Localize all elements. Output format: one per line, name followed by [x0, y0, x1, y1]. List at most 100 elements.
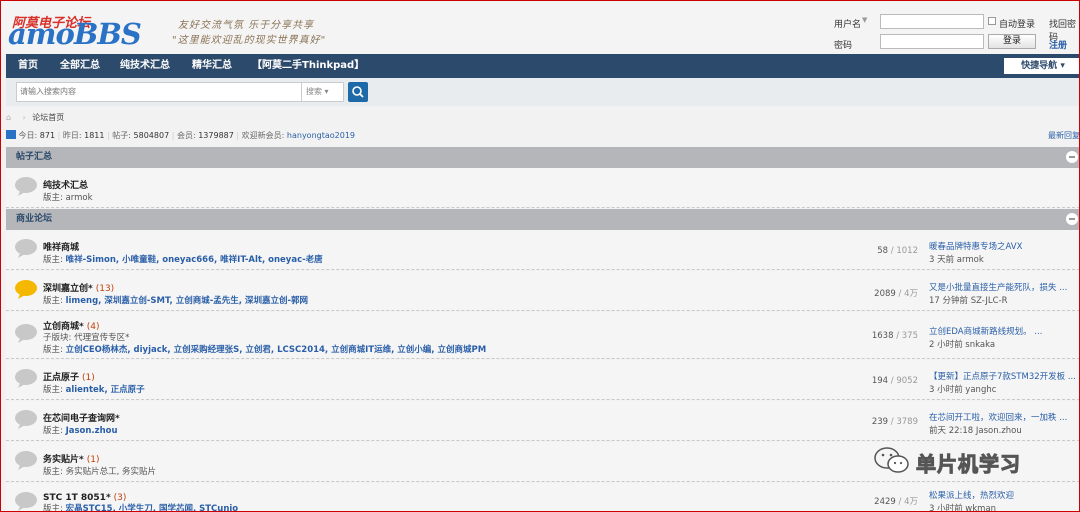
- category-title[interactable]: 帖子汇总: [16, 147, 52, 168]
- moderator-names[interactable]: Jason.zhou: [66, 426, 118, 436]
- forum-row: 立创商城* (4) 子版块: 代理宣传专区* 版主: 立创CEO杨林杰, diyj…: [6, 312, 1080, 359]
- today-post-count: (13): [95, 284, 115, 294]
- moderator-names[interactable]: 宏晶STC15, 小学生刀, 国学芯闻, STCunio: [66, 504, 239, 512]
- forum-name[interactable]: 在芯间电子查询网*: [43, 411, 120, 424]
- moderator-names[interactable]: armok: [66, 193, 93, 203]
- slogan-line-1: 友好交流气氛 乐于分享共享: [178, 20, 315, 31]
- nav-item-tech[interactable]: 纯技术汇总: [120, 54, 170, 78]
- thread-count: 239: [871, 417, 889, 427]
- nav-item-all[interactable]: 全部汇总: [60, 54, 100, 78]
- nav-item-home[interactable]: 首页: [18, 54, 38, 78]
- quick-nav-button[interactable]: 快捷导航 ▾: [1004, 58, 1080, 74]
- auto-login-checkbox[interactable]: [988, 17, 996, 25]
- forum-title: 务实贴片*: [43, 455, 84, 465]
- forum-moderators: 版主: limeng, 深圳嘉立创-SMT, 立创商城-孟先生, 深圳嘉立创-郭…: [43, 294, 308, 306]
- last-post-meta[interactable]: 前天 22:18 Jason.zhou: [929, 424, 1079, 436]
- last-post-title[interactable]: 立创EDA商城新路线规划。 ...: [929, 325, 1079, 337]
- moderator-label: 版主:: [43, 296, 63, 306]
- last-post-meta[interactable]: 17 分钟前 SZ-JLC-R: [929, 294, 1079, 306]
- forum-moderators: 版主: 立创CEO杨林杰, diyjack, 立创采购经理张S, 立创君, LC…: [43, 343, 486, 355]
- forum-moderators: 版主: 唯祥-Simon, 小唯童鞋, oneyac666, 唯祥IT-Alt,…: [43, 253, 323, 265]
- forum-name[interactable]: 正点原子 (1): [43, 370, 95, 383]
- last-post-title[interactable]: 【更新】正点原子7款STM32开发板 ...: [929, 370, 1079, 382]
- slogan-line-2: "这里能欢迎乱的现实世界真好": [172, 35, 327, 46]
- post-count: 4万: [904, 497, 918, 507]
- logo-bbs: BBS: [73, 17, 142, 51]
- forum-name[interactable]: 务实贴片* (1): [43, 452, 99, 465]
- search-bar: 请输入搜索内容 搜索 ▾: [6, 78, 1080, 106]
- nav-item-digest[interactable]: 精华汇总: [192, 54, 232, 78]
- site-logo[interactable]: amoBBS: [8, 17, 142, 51]
- forum-name[interactable]: 唯祥商城: [43, 240, 79, 253]
- last-post-meta[interactable]: 3 小时前 wkman: [929, 502, 1079, 512]
- welcome-label: 欢迎新会员:: [241, 131, 285, 140]
- login-button[interactable]: 登录: [988, 34, 1036, 49]
- sub-forum-link[interactable]: 代理宣传专区*: [74, 333, 129, 343]
- search-type-label: 搜索: [306, 87, 322, 96]
- posts-count: 5804807: [133, 131, 170, 140]
- category-title[interactable]: 商业论坛: [16, 209, 52, 230]
- main-nav: 首页 全部汇总 纯技术汇总 精华汇总 【阿莫二手Thinkpad】 快捷导航 ▾: [6, 54, 1080, 78]
- moderator-names[interactable]: 务实贴片总工, 务实贴片: [66, 467, 156, 477]
- last-post-meta[interactable]: 2 小时前 snkaka: [929, 338, 1079, 350]
- forum-name[interactable]: 纯技术汇总: [43, 178, 88, 191]
- moderator-names[interactable]: alientek, 正点原子: [66, 385, 145, 395]
- thread-count: 194: [871, 376, 889, 386]
- collapse-icon[interactable]: [1066, 213, 1078, 225]
- breadcrumb: ⌂ › 论坛首页: [6, 111, 64, 125]
- stats-icon: [6, 130, 16, 139]
- breadcrumb-separator: ›: [22, 113, 26, 122]
- last-post-title[interactable]: 又是小批量直接生产能死队，损失 ...: [929, 281, 1079, 293]
- sub-forum-label: 子版块:: [43, 333, 72, 343]
- forum-row: STC 1T 8051* (3) 版主: 宏晶STC15, 小学生刀, 国学芯闻,…: [6, 483, 1080, 512]
- register-link[interactable]: 注册: [1049, 38, 1067, 51]
- moderator-label: 版主:: [43, 255, 63, 265]
- forum-name[interactable]: 深圳嘉立创* (13): [43, 281, 114, 294]
- username-dropdown-icon[interactable]: ▼: [862, 16, 867, 24]
- logo-amo: amo: [8, 17, 75, 51]
- home-icon[interactable]: ⌂: [6, 111, 16, 125]
- newest-member-link[interactable]: hanyongtao2019: [287, 131, 355, 140]
- username-input[interactable]: [880, 14, 984, 29]
- last-post-meta[interactable]: 3 天前 armok: [929, 253, 1079, 265]
- latest-reply-link[interactable]: 最新回复: [1048, 129, 1080, 143]
- moderator-names[interactable]: 唯祥-Simon, 小唯童鞋, oneyac666, 唯祥IT-Alt, one…: [66, 255, 323, 265]
- forum-row: 深圳嘉立创* (13) 版主: limeng, 深圳嘉立创-SMT, 立创商城-孟…: [6, 271, 1080, 311]
- watermark-text: 单片机学习: [916, 452, 1021, 477]
- forum-stats: 今日: 871 | 昨日: 1811 | 帖子: 5804807 | 会员: 1…: [6, 129, 1080, 143]
- nav-item-thinkpad[interactable]: 【阿莫二手Thinkpad】: [252, 54, 364, 78]
- last-post-title[interactable]: 松果派上线，热烈欢迎: [929, 489, 1079, 501]
- forum-bubble-icon: [15, 177, 37, 196]
- moderator-label: 版主:: [43, 426, 63, 436]
- breadcrumb-forum-home[interactable]: 论坛首页: [32, 113, 64, 122]
- forum-moderators: 版主: Jason.zhou: [43, 424, 118, 436]
- quick-nav-label: 快捷导航: [1021, 61, 1058, 71]
- forum-bubble-icon: [15, 492, 37, 511]
- last-post-title[interactable]: 在芯间开工啦，欢迎回来，一加秩 ...: [929, 411, 1079, 423]
- category-bar: 帖子汇总: [6, 147, 1080, 168]
- collapse-icon[interactable]: [1066, 151, 1078, 163]
- last-post-meta[interactable]: 3 小时前 yanghc: [929, 383, 1079, 395]
- post-count: 1012: [896, 246, 918, 256]
- auto-login-label: 自动登录: [999, 20, 1036, 30]
- today-label: 今日:: [18, 131, 38, 140]
- category-bar: 商业论坛: [6, 209, 1080, 230]
- moderator-names[interactable]: limeng, 深圳嘉立创-SMT, 立创商城-孟先生, 深圳嘉立创-郭网: [66, 296, 308, 306]
- moderator-label: 版主:: [43, 467, 63, 477]
- today-post-count: (1): [86, 455, 100, 465]
- post-count: 3789: [896, 417, 918, 427]
- forum-row: 纯技术汇总 版主: armok: [6, 168, 1080, 208]
- search-type-select[interactable]: 搜索 ▾: [302, 82, 344, 102]
- last-post-title[interactable]: 暖春品牌特惠专场之AVX: [929, 240, 1079, 252]
- chevron-down-icon: ▾: [324, 87, 329, 96]
- moderator-label: 版主:: [43, 385, 63, 395]
- search-icon: [352, 86, 364, 98]
- forum-bubble-icon: [15, 239, 37, 258]
- forum-row: 在芯间电子查询网* 版主: Jason.zhou 239 / 3789 在芯间开…: [6, 401, 1080, 441]
- moderator-names[interactable]: 立创CEO杨林杰, diyjack, 立创采购经理张S, 立创君, LCSC20…: [66, 345, 487, 355]
- password-input[interactable]: [880, 34, 984, 49]
- search-input[interactable]: 请输入搜索内容: [16, 82, 302, 102]
- search-button[interactable]: [348, 82, 368, 102]
- forum-counts: 2429 / 4万: [874, 497, 918, 507]
- thread-count: 58: [877, 246, 889, 256]
